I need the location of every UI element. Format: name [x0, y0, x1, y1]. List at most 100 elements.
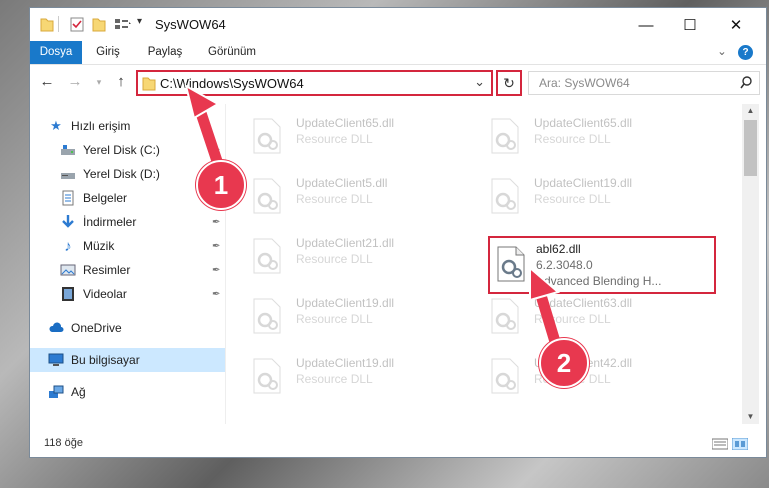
list-item[interactable]: UpdateClient21.dll Resource DLL	[226, 230, 446, 282]
sidebar-item-onedrive[interactable]: OneDrive	[30, 316, 225, 340]
dll-file-icon	[491, 178, 519, 214]
file-name: UpdateClient19.dll	[534, 176, 633, 190]
sidebar-item-label: Bu bilgisayar	[71, 353, 140, 367]
qat-dropdown-icon[interactable]: ▾	[137, 16, 142, 32]
recent-dropdown-icon[interactable]: ▾	[90, 73, 108, 91]
sidebar-item-videos[interactable]: Videolar ✒	[30, 282, 225, 306]
sidebar-item-quick-access[interactable]: ★ Hızlı erişim	[30, 114, 225, 138]
file-type: Resource DLL	[534, 132, 611, 146]
help-icon[interactable]: ?	[738, 45, 753, 60]
explorer-window: ▾ SysWOW64 — ☐ ✕ Dosya Giriş Paylaş Görü…	[30, 8, 766, 457]
sidebar-item-downloads[interactable]: İndirmeler ✒	[30, 210, 225, 234]
minimize-button[interactable]: —	[626, 12, 666, 38]
sidebar-item-label: Müzik	[83, 239, 115, 253]
refresh-button[interactable]: ↻	[496, 70, 522, 96]
close-button[interactable]: ✕	[716, 12, 756, 38]
address-path: C:\Windows\SysWOW64	[160, 76, 304, 91]
file-version: 6.2.3048.0	[536, 258, 593, 272]
pin-icon: ✒	[212, 144, 221, 156]
pin-icon: ✒	[212, 288, 221, 300]
file-name: UpdateClient19.dll	[296, 296, 395, 310]
title-bar: ▾ SysWOW64 — ☐ ✕	[30, 8, 766, 40]
window-title: SysWOW64	[155, 17, 226, 32]
sidebar-item-label: Hızlı erişim	[71, 119, 131, 133]
pin-icon: ✒	[212, 216, 221, 228]
properties-icon[interactable]	[70, 16, 84, 32]
large-icons-view-icon[interactable]	[732, 438, 748, 450]
list-item[interactable]: UpdateClient65.dll Resource DLL	[226, 110, 446, 162]
list-item[interactable]: UpdateClient5.dll Resource DLL	[226, 170, 446, 222]
file-name: UpdateClient5.dll	[296, 176, 388, 190]
file-type: Resource DLL	[534, 312, 611, 326]
sidebar-item-pictures[interactable]: Resimler ✒	[30, 258, 225, 282]
star-icon: ★	[50, 118, 62, 133]
address-dropdown-icon[interactable]: ⌄	[474, 74, 485, 90]
navigation-pane: ★ Hızlı erişim Yerel Disk (C:) ✒ Yerel D…	[30, 104, 225, 424]
file-type: Resource DLL	[296, 372, 373, 386]
document-icon	[62, 190, 74, 206]
music-icon: ♪	[64, 237, 72, 255]
pin-icon: ✒	[212, 240, 221, 252]
maximize-button[interactable]: ☐	[670, 12, 710, 38]
list-item-abl62[interactable]: abl62.dll 6.2.3048.0 Advanced Blending H…	[488, 236, 716, 294]
view-menu-icon[interactable]	[114, 16, 132, 32]
sidebar-item-local-disk-c[interactable]: Yerel Disk (C:) ✒	[30, 138, 225, 162]
search-box[interactable]: Ara: SysWOW64	[528, 71, 760, 95]
picture-icon	[60, 264, 76, 276]
file-name: UpdateClient63.dll	[534, 296, 633, 310]
folder-icon	[142, 77, 156, 91]
list-item[interactable]: UpdateClient19.dll Resource DLL	[226, 290, 446, 342]
back-button[interactable]: ←	[38, 73, 56, 91]
drive-icon	[61, 173, 75, 179]
file-description: Advanced Blending H...	[536, 274, 662, 288]
tab-view[interactable]: Görünüm	[202, 41, 262, 64]
dll-file-icon	[491, 358, 519, 394]
search-placeholder: Ara: SysWOW64	[539, 76, 630, 90]
list-item[interactable]: UpdateClient63.dll Resource DLL	[464, 290, 684, 342]
file-type: Resource DLL	[296, 192, 373, 206]
vertical-scrollbar[interactable]: ▲ ▼	[742, 104, 759, 424]
sidebar-item-this-pc[interactable]: Bu bilgisayar	[30, 348, 225, 372]
dll-file-icon	[253, 358, 281, 394]
drive-icon	[61, 145, 75, 155]
sidebar-item-label: İndirmeler	[83, 215, 137, 229]
network-icon	[49, 385, 64, 398]
separator	[58, 16, 59, 32]
scrollbar-thumb[interactable]	[744, 120, 757, 176]
scroll-up-icon[interactable]: ▲	[742, 106, 759, 115]
step-badge-1: 1	[196, 160, 246, 210]
tab-home[interactable]: Giriş	[86, 41, 130, 64]
file-name: UpdateClient65.dll	[534, 116, 633, 130]
file-type: Resource DLL	[534, 192, 611, 206]
list-item[interactable]: UpdateClient19.dll Resource DLL	[464, 170, 684, 222]
sidebar-item-music[interactable]: ♪ Müzik ✒	[30, 234, 225, 258]
sidebar-item-label: Belgeler	[83, 191, 128, 205]
address-bar[interactable]: C:\Windows\SysWOW64 ⌄	[136, 70, 493, 96]
list-item[interactable]: UpdateClient19.dll Resource DLL	[226, 350, 446, 402]
scroll-down-icon[interactable]: ▼	[742, 412, 759, 421]
forward-button[interactable]: →	[66, 73, 84, 91]
up-button[interactable]: ↑	[112, 73, 130, 91]
step-badge-2: 2	[539, 338, 589, 388]
ribbon-expand-icon[interactable]: ⌄	[714, 41, 730, 64]
list-item[interactable]: UpdateClient65.dll Resource DLL	[464, 110, 684, 162]
pin-icon: ✒	[212, 264, 221, 276]
sidebar-item-label: OneDrive	[71, 321, 122, 335]
sidebar-item-label: Yerel Disk (D:)	[83, 167, 160, 181]
tab-file[interactable]: Dosya	[30, 41, 82, 64]
ribbon-tabs: Dosya Giriş Paylaş Görünüm ⌄ ?	[30, 41, 766, 65]
file-name: abl62.dll	[536, 242, 581, 256]
sidebar-item-label: Ağ	[71, 385, 86, 399]
search-icon[interactable]	[739, 75, 753, 89]
cloud-icon	[49, 322, 64, 332]
sidebar-item-label: Videolar	[83, 287, 127, 301]
details-view-icon[interactable]	[712, 438, 728, 450]
item-count: 118 öğe	[44, 437, 83, 449]
file-name: UpdateClient19.dll	[296, 356, 395, 370]
file-list: UpdateClient65.dll Resource DLL UpdateCl…	[226, 104, 742, 424]
dll-file-icon	[491, 118, 519, 154]
new-folder-icon[interactable]	[92, 16, 106, 32]
sidebar-item-network[interactable]: Ağ	[30, 380, 225, 404]
tab-share[interactable]: Paylaş	[140, 41, 190, 64]
computer-icon	[48, 353, 64, 366]
